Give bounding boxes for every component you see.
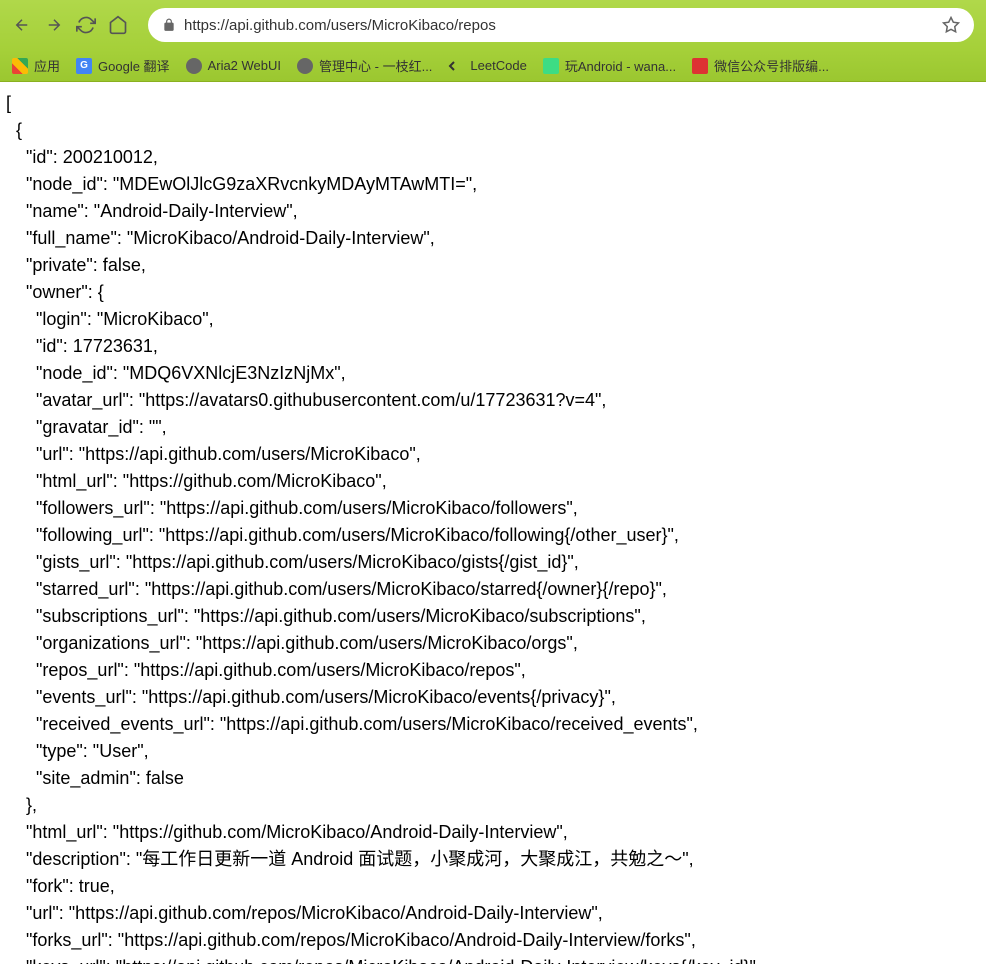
forward-button[interactable] [44, 15, 64, 35]
bookmark-label: LeetCode [470, 58, 526, 73]
navigation-bar [0, 0, 986, 50]
home-button[interactable] [108, 15, 128, 35]
google-translate-icon: G [76, 58, 92, 74]
bookmark-android[interactable]: 玩Android - wana... [543, 56, 676, 75]
bookmark-label: Google 翻译 [98, 56, 170, 75]
bookmark-label: Aria2 WebUI [208, 58, 281, 73]
browser-chrome: 应用 G Google 翻译 Aria2 WebUI 管理中心 - 一枝红...… [0, 0, 986, 82]
bookmark-label: 玩Android - wana... [565, 56, 676, 75]
bookmark-label: 管理中心 - 一枝红... [319, 56, 432, 75]
bookmark-google-translate[interactable]: G Google 翻译 [76, 56, 170, 75]
bookmark-aria2[interactable]: Aria2 WebUI [186, 58, 281, 74]
apps-icon [12, 58, 28, 74]
bookmark-apps[interactable]: 应用 [12, 56, 60, 75]
reload-button[interactable] [76, 15, 96, 35]
url-input[interactable] [184, 17, 934, 34]
globe-icon [297, 58, 313, 74]
android-icon [543, 58, 559, 74]
json-response: [ { "id": 200210012, "node_id": "MDEwOlJ… [6, 90, 980, 964]
globe-icon [186, 58, 202, 74]
bookmark-star-icon[interactable] [942, 16, 960, 34]
back-button[interactable] [12, 15, 32, 35]
bookmark-management[interactable]: 管理中心 - 一枝红... [297, 56, 432, 75]
bookmark-wechat[interactable]: 微信公众号排版编... [692, 56, 829, 75]
bookmarks-bar: 应用 G Google 翻译 Aria2 WebUI 管理中心 - 一枝红...… [0, 50, 986, 82]
lock-icon [162, 18, 176, 32]
wechat-icon [692, 58, 708, 74]
leetcode-icon [448, 58, 464, 74]
bookmark-leetcode[interactable]: LeetCode [448, 58, 526, 74]
bookmark-label: 应用 [34, 56, 60, 75]
content-area[interactable]: [ { "id": 200210012, "node_id": "MDEwOlJ… [0, 82, 986, 964]
address-bar[interactable] [148, 8, 974, 42]
bookmark-label: 微信公众号排版编... [714, 56, 829, 75]
